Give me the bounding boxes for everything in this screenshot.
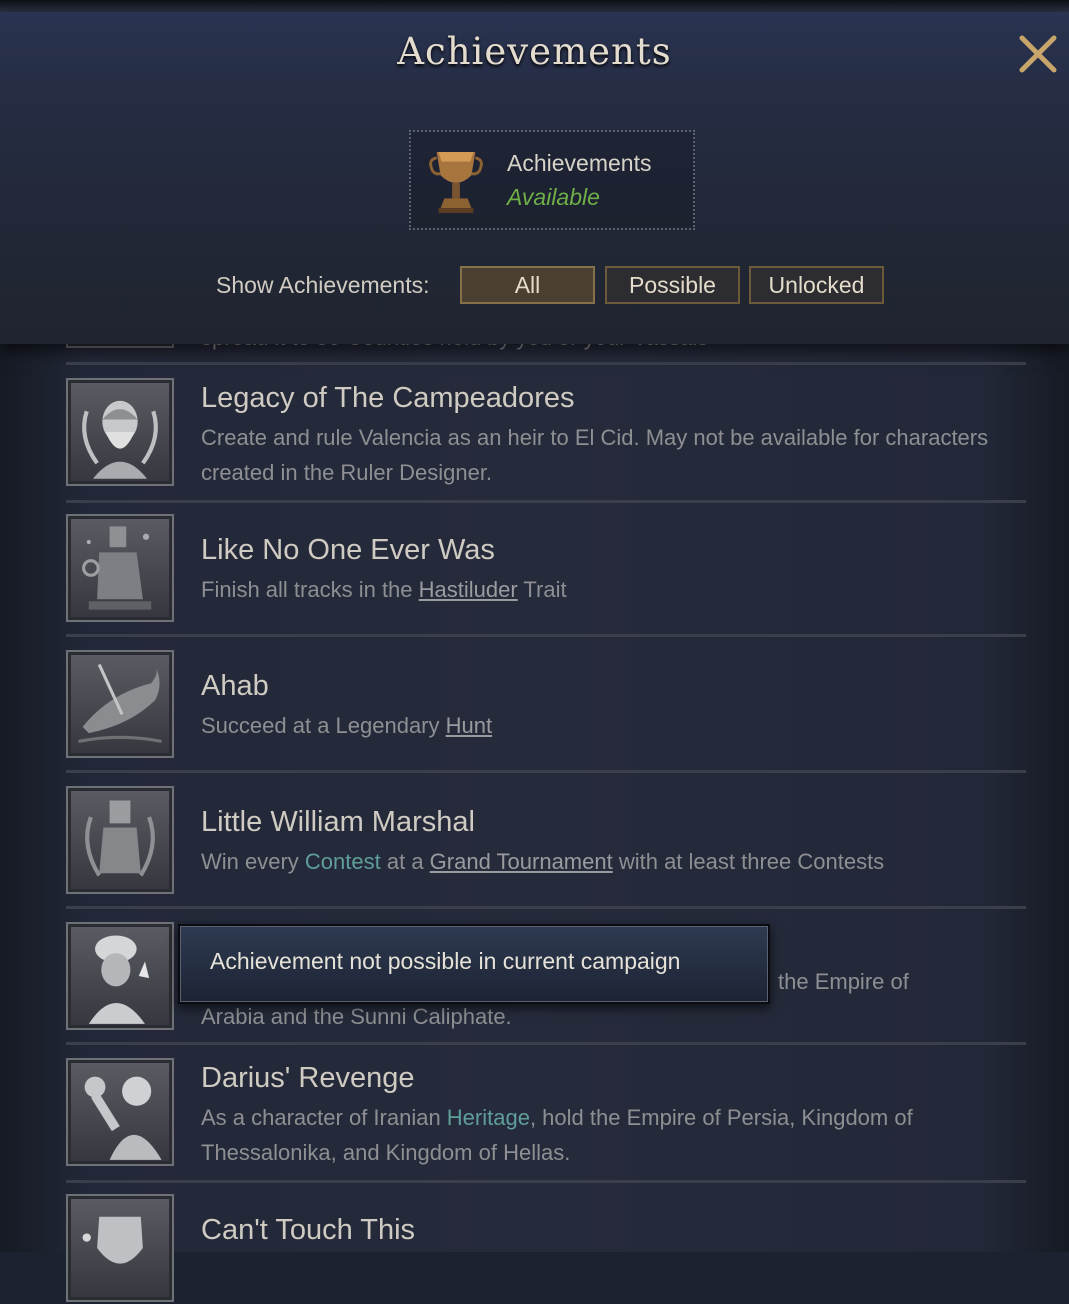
grand-tournament-link[interactable]: Grand Tournament — [430, 849, 613, 874]
status-label: Achievements — [507, 150, 652, 176]
bearded-knight-laurel-icon — [66, 378, 174, 486]
achievement-description: Create and rule Valencia as an heir to E… — [201, 425, 989, 485]
filter-unlocked-button[interactable]: Unlocked — [749, 266, 884, 304]
close-icon — [1019, 35, 1057, 73]
achievement-title: Ahab — [201, 670, 269, 702]
turbaned-man-icon — [66, 922, 174, 1030]
achievement-description: Succeed at a Legendary Hunt — [201, 713, 493, 738]
achievement-status-box: Achievements Available — [409, 130, 695, 230]
filter-possible-button[interactable]: Possible — [605, 266, 740, 304]
close-button[interactable] — [1014, 30, 1062, 78]
contest-link[interactable]: Contest — [305, 849, 381, 874]
fist-soldier-icon — [66, 1058, 174, 1166]
achievement-description: As a character of Iranian Heritage, hold… — [201, 1105, 913, 1165]
achievement-row[interactable]: Ahab Succeed at a Legendary Hunt — [66, 650, 1026, 773]
window-title: Achievements — [397, 30, 672, 73]
achievement-title: Darius' Revenge — [201, 1062, 415, 1094]
achievement-row[interactable]: Little William Marshal Win every Contest… — [66, 786, 1026, 909]
trophy-icon — [429, 152, 483, 213]
filter-all-button[interactable]: All — [460, 266, 595, 304]
status-value: Available — [507, 184, 600, 210]
achievement-title: Little William Marshal — [201, 806, 475, 838]
knight-laurel-icon — [66, 786, 174, 894]
achievement-description-tail: the Empire of — [778, 969, 909, 994]
not-possible-tooltip: Achievement not possible in current camp… — [178, 924, 770, 1004]
whale-harpoon-icon — [66, 650, 174, 758]
achievement-description: Arabia and the Sunni Caliphate. — [201, 1004, 512, 1029]
achievement-row[interactable]: Like No One Ever Was Finish all tracks i… — [66, 514, 1026, 637]
achievement-row[interactable]: Darius' Revenge As a character of Irania… — [66, 1058, 1026, 1183]
achievement-title: Can't Touch This — [201, 1214, 416, 1246]
filter-label: Show Achievements: — [216, 272, 430, 298]
jousting-knight-icon — [66, 514, 174, 622]
achievement-description: Win every Contest at a Grand Tournament … — [201, 849, 885, 874]
tooltip-text: Achievement not possible in current camp… — [210, 948, 681, 974]
achievement-row[interactable]: Can't Touch This — [66, 1194, 1026, 1302]
shield-icon — [66, 1194, 174, 1302]
achievement-row[interactable]: Legacy of The Campeadores Create and rul… — [66, 378, 1026, 503]
achievement-title: Like No One Ever Was — [201, 534, 495, 566]
hunt-link[interactable]: Hunt — [446, 713, 492, 738]
heritage-link[interactable]: Heritage — [447, 1105, 530, 1130]
achievement-title: Legacy of The Campeadores — [201, 382, 575, 414]
achievements-header: Achievements Achievements Available Show… — [0, 12, 1069, 344]
achievement-description: Finish all tracks in the Hastiluder Trai… — [201, 577, 567, 602]
hastiluder-link[interactable]: Hastiluder — [419, 577, 518, 602]
